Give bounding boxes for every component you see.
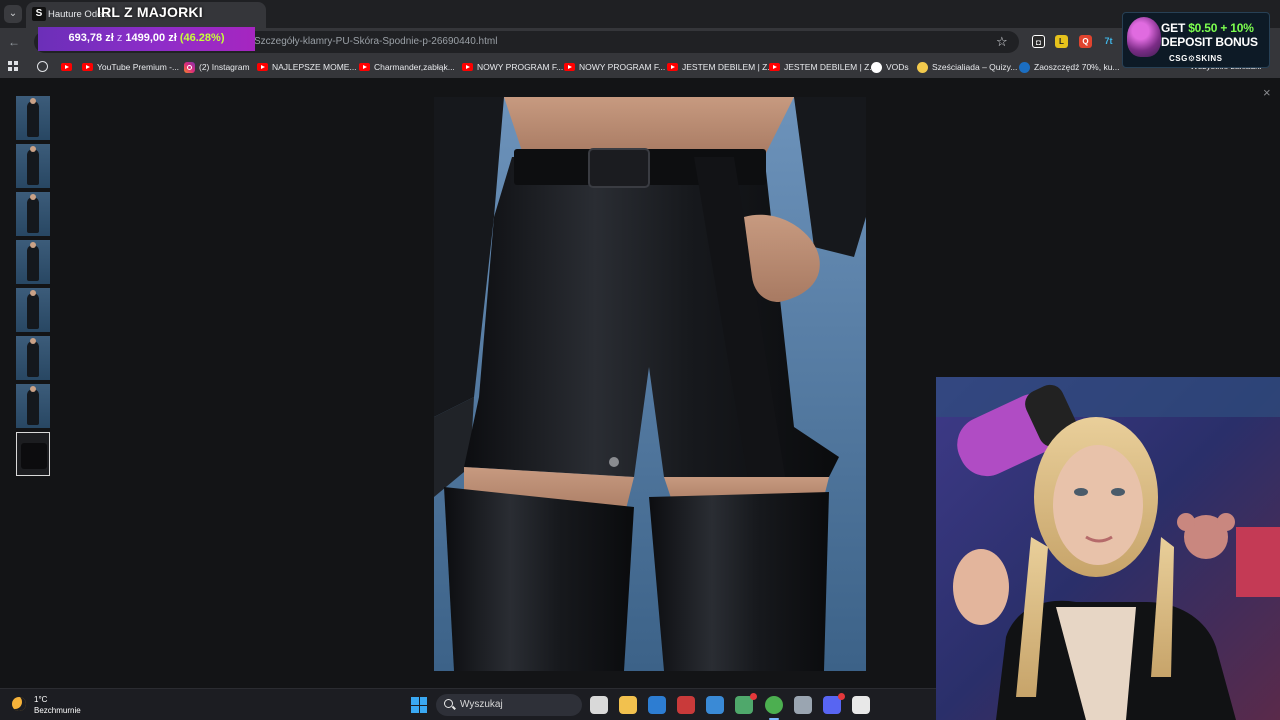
red-app-icon[interactable] — [677, 696, 695, 714]
bookmark-item[interactable]: YouTube Premium -... — [82, 56, 179, 78]
ad-headline: GET $0.50 + 10% — [1161, 21, 1254, 35]
youtube-icon — [769, 63, 780, 71]
reading-mode-icon[interactable] — [37, 61, 48, 72]
screen: ⌄ S Hauture Odeta IRL Z MAJORKI ← Szczeg… — [0, 0, 1280, 720]
youtube-icon — [462, 63, 473, 71]
product-thumbnail[interactable] — [16, 336, 50, 380]
red-search-extension-icon[interactable]: Q — [1079, 35, 1092, 48]
bookmark-star-icon[interactable]: ☆ — [996, 34, 1008, 50]
ad-subheadline: DEPOSIT BONUS — [1161, 35, 1258, 49]
green-app-icon[interactable] — [735, 693, 757, 714]
bookmark-label: YouTube Premium -... — [97, 62, 180, 72]
tab-search-menu-button[interactable]: ⌄ — [4, 5, 22, 23]
product-photo-art — [434, 97, 866, 671]
yellow-extension-icon[interactable]: L — [1055, 35, 1068, 48]
youtube-icon — [564, 63, 575, 71]
weather-description[interactable]: Bezchmurnie — [34, 706, 81, 715]
bookmark-label: Charmander,zabłąk... — [374, 62, 455, 72]
bookmark-label: JESTEM DEBILEM | Z... — [682, 62, 775, 72]
bookmark-item[interactable]: JESTEM DEBILEM | Z... — [667, 56, 774, 78]
youtube-icon — [359, 63, 370, 71]
bookmark-item[interactable]: Charmander,zabłąk... — [359, 56, 455, 78]
youtube-icon — [257, 63, 268, 71]
donation-goal-text: 693,78 zł z 1499,00 zł (46.28%) — [38, 32, 255, 44]
youtube-icon — [82, 63, 93, 71]
donation-goal: 1499,00 zł — [125, 32, 177, 44]
github-icon — [871, 61, 882, 73]
lightbox-close-icon[interactable]: × — [1263, 85, 1271, 100]
bookmark-label: JESTEM DEBILEM | Z... — [784, 62, 877, 72]
bookmark-item[interactable] — [61, 56, 76, 78]
csgo-skins-ad: GET $0.50 + 10% DEPOSIT BONUS CSG⚙SKINS — [1122, 12, 1270, 68]
obs-recording-icon[interactable] — [852, 696, 870, 714]
donation-current: 693,78 zł — [68, 32, 114, 44]
bookmark-item[interactable]: Sześcialiada – Quizy... — [917, 56, 1017, 78]
bookmark-label: NOWY PROGRAM F... — [579, 62, 666, 72]
bookmark-label: VODs — [886, 62, 909, 72]
search-placeholder: Wyszukaj — [460, 699, 503, 710]
bookmark-label: (2) Instagram — [199, 62, 250, 72]
ad-mascot-icon — [1127, 17, 1161, 57]
bookmark-item[interactable]: NAJLEPSZE MOME... — [257, 56, 357, 78]
weather-moon-icon[interactable] — [12, 697, 26, 711]
blue-app-icon[interactable] — [706, 696, 724, 714]
microsoft-store-icon[interactable] — [648, 696, 666, 714]
task-view-icon[interactable] — [590, 696, 608, 714]
product-thumbnail[interactable] — [16, 96, 50, 140]
file-explorer-icon[interactable] — [619, 696, 637, 714]
product-thumbnail[interactable] — [16, 432, 50, 476]
bookmark-item[interactable]: NOWY PROGRAM F... — [462, 56, 563, 78]
bookmark-item[interactable]: VODs — [871, 56, 909, 78]
settings-icon[interactable] — [794, 696, 812, 714]
tab-favicon-icon: S — [32, 7, 46, 21]
product-thumbnail[interactable] — [16, 288, 50, 332]
donation-of: z — [116, 32, 123, 44]
taskbar-search-box[interactable]: Wyszukaj — [436, 694, 582, 716]
bookmark-label: Zaoszczędź 70%, ku... — [1034, 62, 1120, 72]
notification-badge — [838, 693, 845, 700]
ad-headline-amount: $0.50 + 10% — [1188, 21, 1254, 35]
quiz-icon — [917, 61, 928, 73]
twitch-extension-icon[interactable]: ◘ — [1032, 35, 1045, 48]
discord-icon[interactable] — [823, 693, 845, 714]
product-thumbnail[interactable] — [16, 192, 50, 236]
url-text: Szczegóły-klamry-PU-Skóra-Spodnie-p-2669… — [254, 36, 498, 47]
instagram-icon — [184, 61, 195, 73]
donation-percent: (46.28%) — [179, 32, 225, 44]
seven-tv-extension-icon[interactable]: 7t — [1102, 35, 1115, 48]
windows-taskbar: 1°C Bezchmurnie Wyszukaj — [0, 688, 936, 720]
windows-start-icon[interactable] — [411, 697, 427, 713]
notification-badge — [750, 693, 757, 700]
steam-icon — [1019, 61, 1030, 73]
product-photo — [434, 97, 866, 671]
bookmark-item[interactable]: JESTEM DEBILEM | Z... — [769, 56, 876, 78]
bookmark-label: NOWY PROGRAM F... — [477, 62, 564, 72]
bookmarks-bar: YouTube Premium -... (2) Instagram NAJLEPS… — [0, 56, 1280, 78]
ad-headline-prefix: GET — [1161, 21, 1189, 35]
streamer-webcam — [936, 377, 1280, 720]
ad-brand: CSG⚙SKINS — [1169, 54, 1223, 63]
bookmark-label: Sześcialiada – Quizy... — [932, 62, 1018, 72]
thumbnail-strip — [16, 96, 52, 476]
donation-goal-bar: 693,78 zł z 1499,00 zł (46.28%) — [38, 27, 255, 51]
search-icon — [444, 699, 453, 708]
chrome-icon[interactable] — [765, 696, 783, 720]
bookmark-label: NAJLEPSZE MOME... — [272, 62, 357, 72]
bookmark-item[interactable]: NOWY PROGRAM F... — [564, 56, 665, 78]
bookmark-item[interactable]: Zaoszczędź 70%, ku... — [1019, 56, 1120, 78]
webcam-feed-art — [936, 377, 1280, 720]
bookmark-item[interactable]: (2) Instagram — [184, 56, 250, 78]
youtube-icon — [667, 63, 678, 71]
apps-grid-icon[interactable] — [8, 61, 19, 72]
youtube-icon — [61, 63, 72, 71]
product-thumbnail[interactable] — [16, 384, 50, 428]
back-arrow-icon[interactable]: ← — [8, 34, 22, 50]
product-thumbnail[interactable] — [16, 144, 50, 188]
weather-temperature[interactable]: 1°C — [34, 695, 47, 704]
tab-strip: ⌄ S Hauture Odeta IRL Z MAJORKI — [0, 0, 1280, 28]
product-thumbnail[interactable] — [16, 240, 50, 284]
stream-title-overlay: IRL Z MAJORKI — [97, 4, 203, 20]
